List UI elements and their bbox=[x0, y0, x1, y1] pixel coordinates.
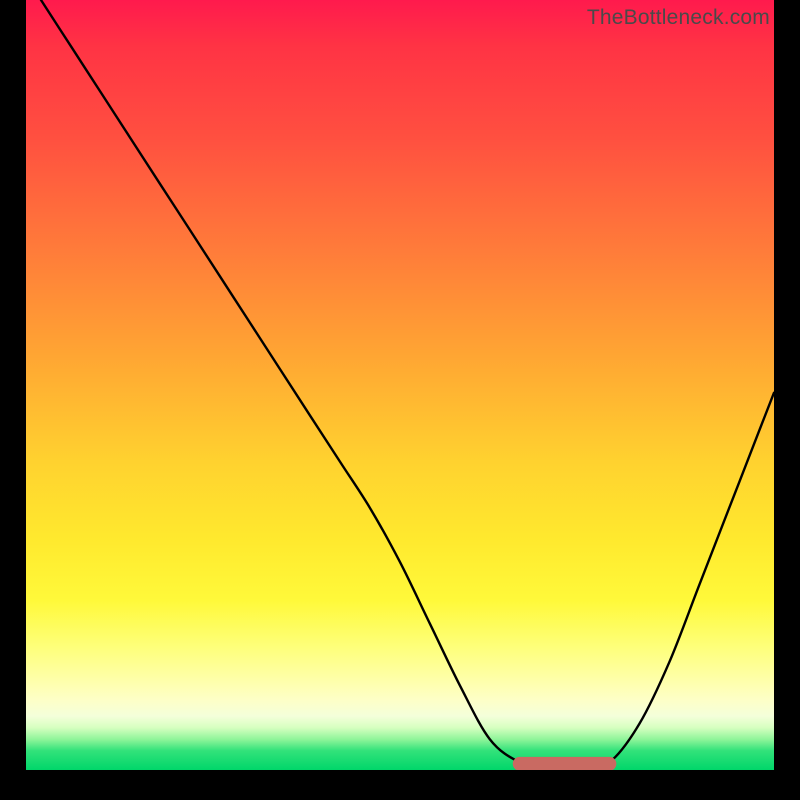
chart-frame: TheBottleneck.com bbox=[0, 0, 800, 800]
curve-line bbox=[41, 0, 774, 770]
bottleneck-curve bbox=[26, 0, 774, 770]
plot-area bbox=[26, 0, 774, 770]
